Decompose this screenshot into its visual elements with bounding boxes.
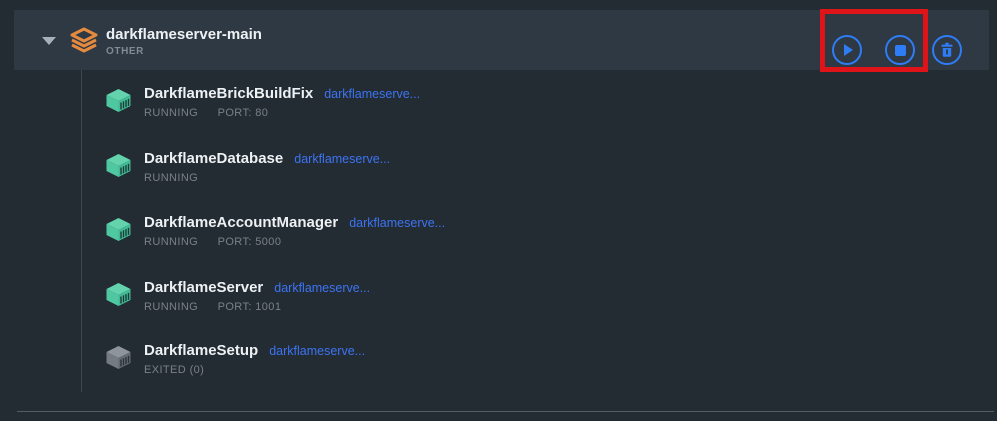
container-port: PORT: 5000 — [218, 236, 282, 248]
stack-title: darkflameserver-main — [106, 25, 262, 44]
container-status: EXITED (0) — [144, 364, 204, 376]
container-icon — [105, 153, 132, 183]
container-port: PORT: 1001 — [218, 301, 282, 313]
tree-guide-line — [81, 70, 82, 392]
stack-layers-icon — [69, 27, 99, 60]
container-name: DarkflameServer — [144, 278, 263, 298]
container-image-link[interactable]: darkflameserve... — [269, 341, 365, 361]
stack-category-label: OTHER — [106, 46, 262, 57]
container-row[interactable]: DarkflameSetup darkflameserve... EXITED … — [105, 341, 365, 387]
stack-header[interactable]: darkflameserver-main OTHER — [14, 10, 989, 70]
container-image-link[interactable]: darkflameserve... — [349, 213, 445, 233]
stop-button[interactable] — [885, 35, 915, 65]
play-icon — [844, 44, 853, 56]
container-status: RUNNING — [144, 236, 198, 248]
container-name: DarkflameBrickBuildFix — [144, 84, 313, 104]
bottom-divider — [17, 411, 994, 412]
container-status: RUNNING — [144, 172, 198, 184]
start-button[interactable] — [832, 35, 862, 65]
container-name: DarkflameDatabase — [144, 149, 283, 169]
container-icon — [105, 282, 132, 312]
delete-button[interactable] — [932, 35, 962, 65]
container-status: RUNNING — [144, 301, 198, 313]
container-image-link[interactable]: darkflameserve... — [274, 278, 370, 298]
container-row[interactable]: DarkflameDatabase darkflameserve... RUNN… — [105, 149, 390, 195]
chevron-down-icon[interactable] — [42, 37, 56, 45]
container-icon — [105, 217, 132, 247]
container-status: RUNNING — [144, 107, 198, 119]
container-row[interactable]: DarkflameServer darkflameserve... RUNNIN… — [105, 278, 370, 324]
container-row[interactable]: DarkflameBrickBuildFix darkflameserve...… — [105, 84, 420, 130]
container-image-link[interactable]: darkflameserve... — [294, 149, 390, 169]
stop-icon — [895, 45, 906, 56]
container-icon-exited — [105, 345, 132, 375]
container-icon — [105, 88, 132, 118]
container-image-link[interactable]: darkflameserve... — [324, 84, 420, 104]
container-name: DarkflameSetup — [144, 341, 258, 361]
container-row[interactable]: DarkflameAccountManager darkflameserve..… — [105, 213, 445, 259]
container-port: PORT: 80 — [218, 107, 269, 119]
trash-icon — [939, 42, 955, 58]
container-name: DarkflameAccountManager — [144, 213, 338, 233]
